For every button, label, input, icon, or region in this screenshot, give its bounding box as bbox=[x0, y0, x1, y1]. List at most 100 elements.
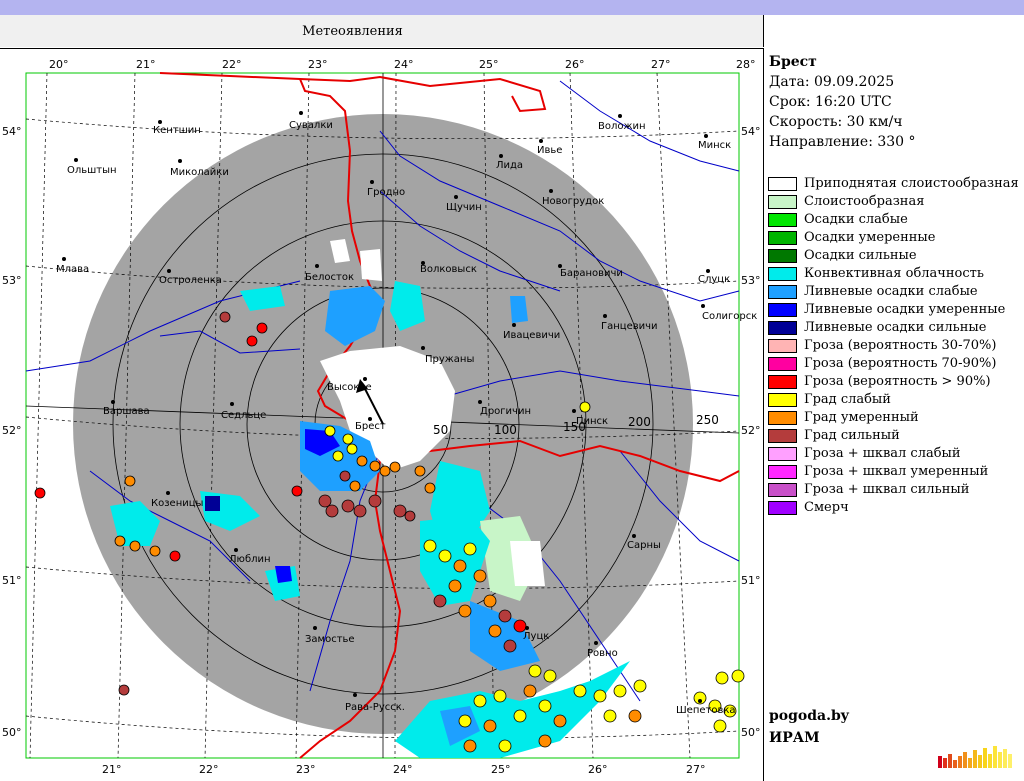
lon-label: 24° bbox=[393, 763, 413, 776]
legend-swatch bbox=[768, 213, 797, 227]
city-label: Воложин bbox=[598, 121, 646, 132]
station-name: Брест bbox=[769, 54, 817, 70]
logo-icon bbox=[938, 746, 1012, 768]
lon-label: 25° bbox=[479, 58, 499, 71]
legend-label: Град умеренный bbox=[804, 410, 919, 425]
longitude-labels-bottom: 21° 22° 23° 24° 25° 26° 27° bbox=[102, 763, 706, 776]
range-label: 150 bbox=[563, 420, 586, 434]
legend-item: Конвективная облачность bbox=[768, 266, 1018, 284]
city-label: Белосток bbox=[305, 272, 354, 283]
lat-label: 53° bbox=[741, 274, 761, 287]
legend-swatch bbox=[768, 375, 797, 389]
legend-swatch bbox=[768, 411, 797, 425]
legend-item: Осадки сильные bbox=[768, 248, 1018, 266]
legend-swatch bbox=[768, 267, 797, 281]
city-label: Барановичи bbox=[560, 268, 623, 279]
legend-item: Град умеренный bbox=[768, 410, 1018, 428]
city-label: Сарны bbox=[627, 540, 661, 551]
lat-label: 54° bbox=[741, 125, 761, 138]
city-label: Остроленка bbox=[159, 275, 222, 286]
legend-label: Гроза (вероятность 30-70%) bbox=[804, 338, 997, 353]
lon-label: 24° bbox=[394, 58, 414, 71]
city-label: Гродно bbox=[367, 187, 405, 198]
legend-item: Гроза + шквал сильный bbox=[768, 482, 1018, 500]
top-bar bbox=[0, 0, 1024, 15]
lon-label: 26° bbox=[565, 58, 585, 71]
time-line: Срок: 16:20 UTC bbox=[769, 94, 892, 110]
range-label: 50 bbox=[433, 423, 448, 437]
legend-label: Ливневые осадки слабые bbox=[804, 284, 978, 299]
map-title: Метеоявления bbox=[302, 24, 403, 39]
city-label: Солигорск bbox=[702, 311, 757, 322]
legend-swatch bbox=[768, 177, 797, 191]
lon-label: 28° bbox=[736, 58, 756, 71]
legend-label: Конвективная облачность bbox=[804, 266, 984, 281]
lat-label: 50° bbox=[2, 726, 22, 739]
lon-label: 21° bbox=[136, 58, 156, 71]
legend-label: Ливневые осадки умеренные bbox=[804, 302, 1006, 317]
radar-map[interactable]: Кентшин Сувалки Воложин Минск Ольштын Ми… bbox=[0, 48, 764, 781]
legend-item: Осадки умеренные bbox=[768, 230, 1018, 248]
city-label: Кентшин bbox=[153, 125, 201, 136]
legend-item: Гроза (вероятность 70-90%) bbox=[768, 356, 1018, 374]
city-label: Ивье bbox=[537, 145, 562, 156]
direction-line: Направление: 330 ° bbox=[769, 134, 916, 150]
city-label: Ивацевичи bbox=[503, 330, 560, 341]
lon-label: 23° bbox=[296, 763, 316, 776]
legend-item: Гроза (вероятность > 90%) bbox=[768, 374, 1018, 392]
legend-label: Гроза + шквал умеренный bbox=[804, 464, 989, 479]
city-label: Рава-Русск. bbox=[345, 702, 405, 713]
legend-item: Осадки слабые bbox=[768, 212, 1018, 230]
legend-label: Слоистообразная bbox=[804, 194, 925, 209]
legend-label: Смерч bbox=[804, 500, 849, 515]
city-label: Пружаны bbox=[425, 354, 474, 365]
city-label: Высокое bbox=[327, 382, 372, 393]
legend-label: Град слабый bbox=[804, 392, 891, 407]
city-label: Млава bbox=[56, 264, 89, 275]
legend-item: Ливневые осадки сильные bbox=[768, 320, 1018, 338]
city-label: Брест bbox=[355, 421, 386, 432]
legend-label: Осадки сильные bbox=[804, 248, 917, 263]
city-label: Сувалки bbox=[289, 120, 333, 131]
city-label: Варшава bbox=[103, 406, 150, 417]
city-label: Люблин bbox=[229, 554, 271, 565]
city-label: Минск bbox=[698, 140, 731, 151]
city-label: Лида bbox=[496, 160, 523, 171]
legend-swatch bbox=[768, 501, 797, 515]
legend: Приподнятая слоистообразная Слоистообразн… bbox=[768, 176, 1019, 518]
legend-item: Приподнятая слоистообразная bbox=[768, 176, 1019, 194]
legend-label: Ливневые осадки сильные bbox=[804, 320, 987, 335]
legend-swatch bbox=[768, 447, 797, 461]
city-label: Ганцевичи bbox=[601, 321, 658, 332]
city-label: Ольштын bbox=[67, 165, 117, 176]
legend-label: Осадки слабые bbox=[804, 212, 908, 227]
lat-label: 52° bbox=[741, 424, 761, 437]
lon-label: 26° bbox=[588, 763, 608, 776]
lon-label: 21° bbox=[102, 763, 122, 776]
lon-label: 23° bbox=[308, 58, 328, 71]
legend-label: Гроза + шквал сильный bbox=[804, 482, 970, 497]
lon-label: 27° bbox=[651, 58, 671, 71]
site-label: pogoda.by bbox=[769, 708, 849, 724]
lon-label: 20° bbox=[49, 58, 69, 71]
lat-label: 51° bbox=[2, 574, 22, 587]
city-label: Слуцк bbox=[698, 274, 730, 285]
range-label: 200 bbox=[628, 415, 651, 429]
city-label: Седльце bbox=[221, 410, 266, 421]
legend-swatch bbox=[768, 249, 797, 263]
lon-label: 22° bbox=[199, 763, 219, 776]
city-label: Ровно bbox=[587, 648, 618, 659]
legend-swatch bbox=[768, 195, 797, 209]
legend-swatch bbox=[768, 429, 797, 443]
city-label: Замостье bbox=[305, 634, 355, 645]
city-label: Козеницы bbox=[151, 498, 203, 509]
legend-item: Град сильный bbox=[768, 428, 1018, 446]
lat-label: 53° bbox=[2, 274, 22, 287]
legend-swatch bbox=[768, 465, 797, 479]
legend-swatch bbox=[768, 321, 797, 335]
legend-label: Гроза + шквал слабый bbox=[804, 446, 961, 461]
legend-label: Гроза (вероятность 70-90%) bbox=[804, 356, 997, 371]
legend-swatch bbox=[768, 357, 797, 371]
range-label: 250 bbox=[696, 413, 719, 427]
legend-item: Ливневые осадки слабые bbox=[768, 284, 1018, 302]
